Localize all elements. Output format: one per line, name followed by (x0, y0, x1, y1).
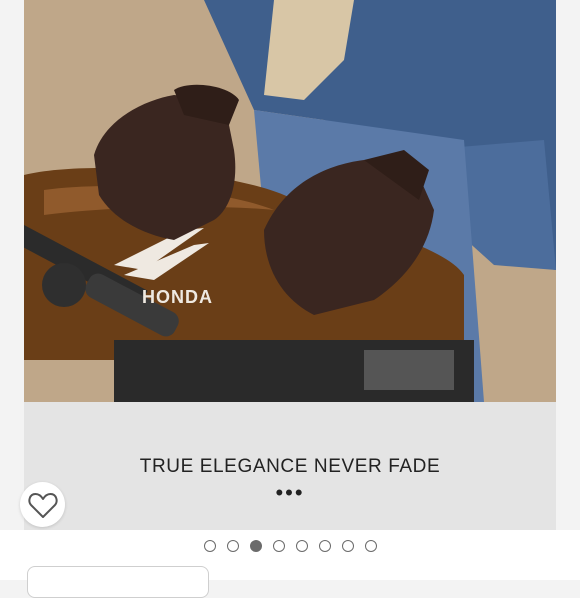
brand-text: HONDA (142, 287, 213, 307)
carousel-dot[interactable] (318, 540, 331, 552)
carousel-dot[interactable] (295, 540, 308, 552)
gloves-on-motorcycle-illustration (24, 0, 556, 402)
carousel-dot[interactable] (203, 540, 216, 552)
carousel-dot[interactable] (249, 540, 262, 552)
carousel-dot[interactable] (226, 540, 239, 552)
product-photo[interactable]: HONDA (24, 0, 556, 402)
caption-title: TRUE ELEGANCE NEVER FADE (139, 456, 441, 477)
carousel-dot[interactable] (272, 540, 285, 552)
caption-more[interactable]: ••• (24, 480, 556, 506)
carousel-dots (0, 540, 580, 556)
option-chip[interactable] (27, 566, 209, 598)
product-card: HONDA TRUE ELEGANCE NEVER FADE ••• (24, 0, 556, 530)
product-caption: TRUE ELEGANCE NEVER FADE ••• (24, 402, 556, 530)
heart-outline-icon (27, 492, 58, 518)
favorite-button[interactable] (20, 482, 65, 527)
carousel-dot[interactable] (341, 540, 354, 552)
carousel-dot[interactable] (364, 540, 377, 552)
